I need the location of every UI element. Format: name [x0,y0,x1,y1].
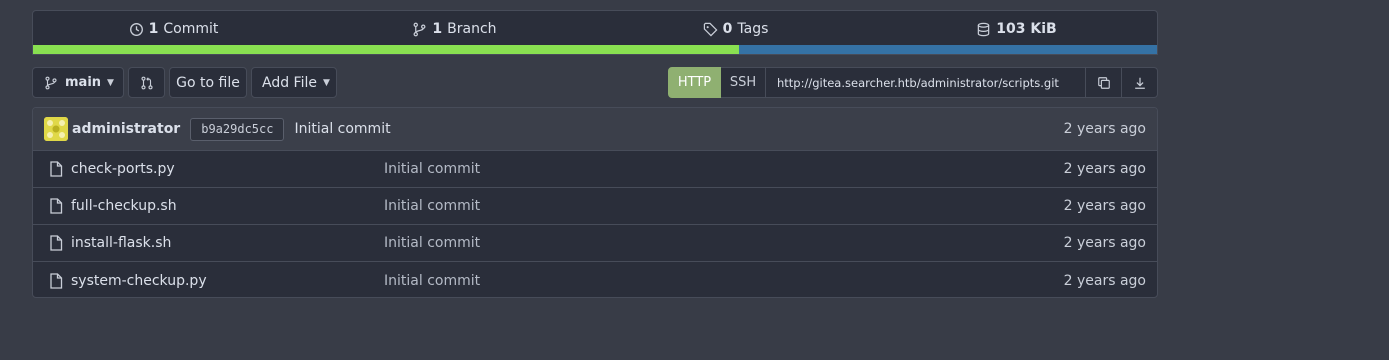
repo-size: 103 KiB [876,21,1157,37]
file-row[interactable]: install-flask.sh Initial commit 2 years … [33,225,1157,262]
file-name[interactable]: system-checkup.py [71,273,384,289]
branches-link[interactable]: 1 Branch [314,21,595,37]
pull-request-icon [140,76,153,89]
file-name[interactable]: check-ports.py [71,161,384,177]
database-icon [978,22,990,36]
file-commit-time: 2 years ago [1063,272,1146,289]
branches-label: Branch [447,21,497,37]
commit-author[interactable]: administrator [72,121,180,137]
branches-count: 1 [432,21,443,37]
tag-icon [703,22,718,36]
branch-icon [413,22,426,36]
file-commit-time: 2 years ago [1063,235,1146,251]
avatar[interactable] [44,117,68,141]
file-commit-message[interactable]: Initial commit [384,273,480,289]
download-button[interactable] [1122,67,1158,98]
add-file-label: Add File [262,74,317,91]
compare-button[interactable] [128,67,165,98]
tags-link[interactable]: 0 Tags [595,21,876,37]
file-commit-message[interactable]: Initial commit [384,198,480,214]
chevron-down-icon: ▼ [322,77,330,88]
file-icon [50,161,63,177]
history-icon [129,22,143,36]
commit-time: 2 years ago [1063,121,1146,137]
file-list: administrator b9a29dc5cc Initial commit … [32,107,1158,298]
repo-stats-bar: 1 Commit 1 Branch 0 Tags 103 KiB [32,10,1158,55]
commit-sha-button[interactable]: b9a29dc5cc [190,117,285,141]
language-bar[interactable] [33,45,1157,54]
download-icon [1134,77,1145,89]
language-bar-segment[interactable] [738,45,1157,54]
file-row[interactable]: full-checkup.sh Initial commit 2 years a… [33,188,1157,225]
ssh-toggle[interactable]: SSH [721,67,766,98]
file-icon [50,198,63,214]
chevron-down-icon: ▼ [107,77,114,88]
file-icon [50,235,63,251]
branch-icon [45,76,57,89]
go-to-file-button[interactable]: Go to file [169,67,247,98]
branch-name: main [65,75,102,90]
file-commit-time: 2 years ago [1063,161,1146,177]
identicon-icon [44,117,68,141]
http-toggle[interactable]: HTTP [668,67,721,98]
file-name[interactable]: full-checkup.sh [71,198,384,214]
file-icon [50,272,63,289]
language-bar-segment[interactable] [33,45,739,54]
tags-label: Tags [737,21,769,37]
file-name[interactable]: install-flask.sh [71,235,384,251]
file-row[interactable]: system-checkup.py Initial commit 2 years… [33,262,1157,297]
tags-count: 0 [722,21,733,37]
file-commit-message[interactable]: Initial commit [384,161,480,177]
clone-panel: HTTP SSH http://gitea.searcher.htb/admin… [668,67,1158,98]
repo-toolbar: main ▼ Go to file Add File ▼ HTTP SSH ht… [32,67,1158,98]
commits-label: Commit [163,21,219,37]
branch-selector[interactable]: main ▼ [32,67,124,98]
copy-icon [1097,76,1110,89]
commits-link[interactable]: 1 Commit [33,21,314,37]
clone-url-input[interactable]: http://gitea.searcher.htb/administrator/… [766,67,1086,98]
copy-url-button[interactable] [1086,67,1122,98]
add-file-button[interactable]: Add File ▼ [251,67,337,98]
commit-message[interactable]: Initial commit [294,121,390,137]
repo-size-value: 103 KiB [996,21,1057,37]
file-commit-message[interactable]: Initial commit [384,235,480,251]
latest-commit-header: administrator b9a29dc5cc Initial commit … [33,108,1157,151]
commits-count: 1 [148,21,159,37]
file-row[interactable]: check-ports.py Initial commit 2 years ag… [33,151,1157,188]
file-commit-time: 2 years ago [1063,198,1146,214]
